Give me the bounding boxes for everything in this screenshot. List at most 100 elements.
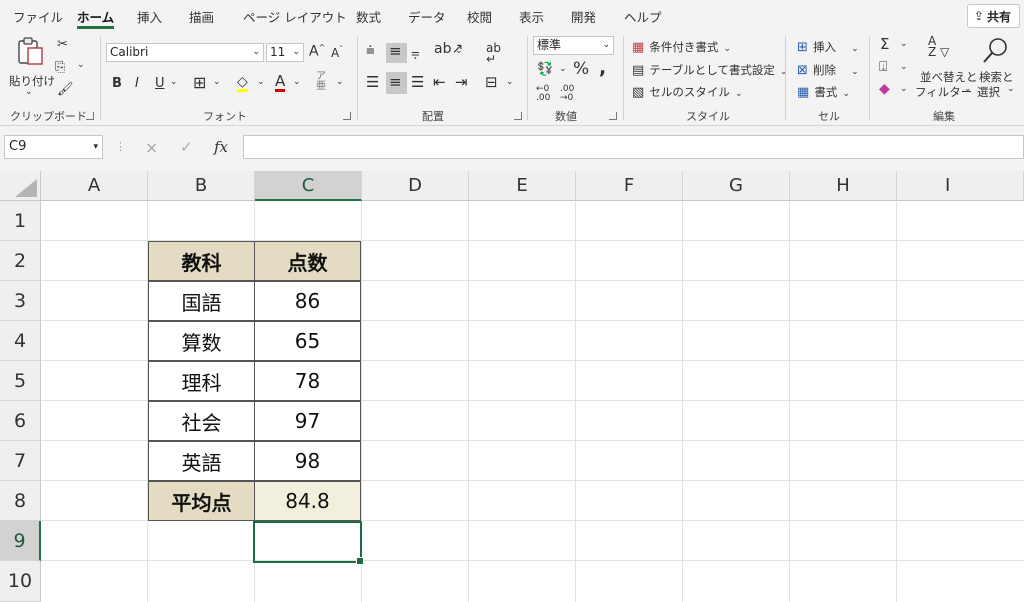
number-launcher-icon[interactable] <box>609 112 617 120</box>
row-header-10[interactable]: 10 <box>0 561 41 602</box>
insert-cells-button[interactable]: ⊞ 挿入 ⌄ <box>797 36 859 54</box>
tab-review[interactable]: 校閲 <box>467 7 492 26</box>
merge-dropdown-icon[interactable]: ⌄ <box>506 78 514 87</box>
fill-color-icon[interactable]: ◇ <box>237 75 248 92</box>
decrease-decimal-icon[interactable]: .00 →0 <box>560 85 574 103</box>
underline-button[interactable]: U <box>155 77 165 90</box>
accounting-format-icon[interactable]: 💱 <box>537 63 553 76</box>
row-header-4[interactable]: 4 <box>0 321 41 361</box>
subject-cell[interactable]: 英語 <box>148 441 255 481</box>
fill-icon[interactable]: ⍗ <box>879 60 887 74</box>
underline-dropdown-icon[interactable]: ⌄ <box>170 78 178 87</box>
tab-formulas[interactable]: 数式 <box>356 7 381 26</box>
font-launcher-icon[interactable] <box>343 112 351 120</box>
score-cell[interactable]: 78 <box>254 361 361 401</box>
row-header-6[interactable]: 6 <box>0 401 41 441</box>
phonetic-dropdown-icon[interactable]: ⌄ <box>336 78 344 87</box>
tab-page-layout[interactable]: ページ レイアウト <box>243 7 347 26</box>
tab-help[interactable]: ヘルプ <box>624 7 662 26</box>
paste-button[interactable]: 貼り付け ⌄ <box>8 36 55 98</box>
copy-dropdown-icon[interactable]: ⌄ <box>77 61 85 70</box>
font-size-box[interactable]: 11 ⌄ <box>266 43 304 62</box>
score-cell[interactable]: 65 <box>254 321 361 361</box>
formula-input[interactable] <box>243 135 1024 159</box>
tab-data[interactable]: データ <box>408 7 446 26</box>
find-select-button[interactable]: 検索と 選択 ⌄ <box>975 36 1021 100</box>
score-cell[interactable]: 97 <box>254 401 361 441</box>
column-header-h[interactable]: H <box>790 171 897 201</box>
italic-button[interactable]: I <box>135 77 139 90</box>
worksheet-grid[interactable]: A B C D E F G H I 1 2 3 4 5 6 7 8 9 10 教… <box>0 171 1024 602</box>
row-header-1[interactable]: 1 <box>0 201 41 241</box>
wrap-text-icon[interactable]: ab ↵ <box>486 42 501 65</box>
tab-file[interactable]: ファイル <box>13 7 63 26</box>
subject-cell[interactable]: 社会 <box>148 401 255 441</box>
column-header-e[interactable]: E <box>469 171 576 201</box>
average-value-cell[interactable]: 84.8 <box>254 481 361 521</box>
row-header-8[interactable]: 8 <box>0 481 41 521</box>
sort-filter-button[interactable]: AZ ▽ 並べ替えと フィルター ⌄ <box>915 35 978 100</box>
column-header-a[interactable]: A <box>41 171 148 201</box>
column-header-f[interactable]: F <box>576 171 683 201</box>
share-button[interactable]: ⇪ 共有 <box>966 4 1020 28</box>
selected-cell-c9[interactable] <box>253 521 364 565</box>
conditional-format-button[interactable]: ▦ 条件付き書式 ⌄ <box>632 36 731 54</box>
select-all-button[interactable] <box>0 171 41 201</box>
subject-cell[interactable]: 算数 <box>148 321 255 361</box>
align-center-icon[interactable]: ≡ <box>389 75 402 90</box>
autosum-dropdown-icon[interactable]: ⌄ <box>900 40 908 49</box>
increase-font-icon[interactable]: A^ <box>309 44 325 59</box>
row-header-2[interactable]: 2 <box>0 241 41 281</box>
font-name-box[interactable]: Calibri ⌄ <box>106 43 264 62</box>
orientation-dropdown-icon[interactable]: ⌄ <box>455 47 463 56</box>
tab-developer[interactable]: 開発 <box>571 7 596 26</box>
column-header-i[interactable]: I <box>897 171 1024 201</box>
tab-view[interactable]: 表示 <box>519 7 544 26</box>
phonetic-icon[interactable]: ア亜 <box>316 72 326 92</box>
align-right-icon[interactable]: ☰ <box>411 75 424 90</box>
row-header-5[interactable]: 5 <box>0 361 41 401</box>
column-header-d[interactable]: D <box>362 171 469 201</box>
subject-cell[interactable]: 国語 <box>148 281 255 321</box>
font-color-icon[interactable]: A <box>275 74 286 92</box>
fill-color-dropdown-icon[interactable]: ⌄ <box>257 78 265 87</box>
column-header-b[interactable]: B <box>148 171 255 201</box>
tab-draw[interactable]: 描画 <box>189 7 214 26</box>
average-label-cell[interactable]: 平均点 <box>148 481 255 521</box>
cell-styles-button[interactable]: ▧ セルのスタイル ⌄ <box>632 81 743 99</box>
decrease-font-icon[interactable]: Aˇ <box>331 46 343 60</box>
tab-insert[interactable]: 挿入 <box>137 7 162 26</box>
header-cell-subject[interactable]: 教科 <box>148 241 255 281</box>
align-left-icon[interactable]: ☰ <box>366 75 379 90</box>
delete-cells-button[interactable]: ⊠ 削除 ⌄ <box>797 59 859 77</box>
font-color-dropdown-icon[interactable]: ⌄ <box>293 78 301 87</box>
score-cell[interactable]: 98 <box>254 441 361 481</box>
accounting-dropdown-icon[interactable]: ⌄ <box>559 65 567 74</box>
cancel-entry-icon[interactable]: × <box>145 140 158 156</box>
name-box[interactable]: C9 ▾ <box>4 135 103 159</box>
alignment-launcher-icon[interactable] <box>514 112 522 120</box>
percent-icon[interactable]: % <box>573 61 589 78</box>
decrease-indent-icon[interactable]: ⇤ <box>433 75 446 90</box>
clear-dropdown-icon[interactable]: ⌄ <box>900 85 908 94</box>
merge-center-icon[interactable]: ⊟ <box>485 75 498 90</box>
format-cells-button[interactable]: ▦ 書式 ⌄ <box>797 81 850 99</box>
tab-home[interactable]: ホーム <box>77 7 115 29</box>
align-middle-icon[interactable]: ≡ <box>389 44 402 59</box>
align-top-icon[interactable]: ⩧ <box>366 43 375 58</box>
fill-dropdown-icon[interactable]: ⌄ <box>900 63 908 72</box>
column-header-c[interactable]: C <box>255 171 362 201</box>
number-format-box[interactable]: 標準 ⌄ <box>533 36 614 55</box>
comma-style-icon[interactable]: , <box>599 59 606 78</box>
paste-dropdown-icon[interactable]: ⌄ <box>25 87 33 97</box>
header-cell-score[interactable]: 点数 <box>254 241 361 281</box>
clipboard-launcher-icon[interactable] <box>86 112 94 120</box>
copy-icon[interactable]: ⎘ <box>55 61 65 74</box>
bold-button[interactable]: B <box>112 77 122 90</box>
borders-dropdown-icon[interactable]: ⌄ <box>213 78 221 87</box>
clear-icon[interactable]: ◆ <box>879 82 890 96</box>
cut-icon[interactable]: ✂ <box>57 38 68 51</box>
format-as-table-button[interactable]: ▤ テーブルとして書式設定 ⌄ <box>632 59 788 77</box>
borders-icon[interactable]: ⊞ <box>193 75 206 91</box>
subject-cell[interactable]: 理科 <box>148 361 255 401</box>
